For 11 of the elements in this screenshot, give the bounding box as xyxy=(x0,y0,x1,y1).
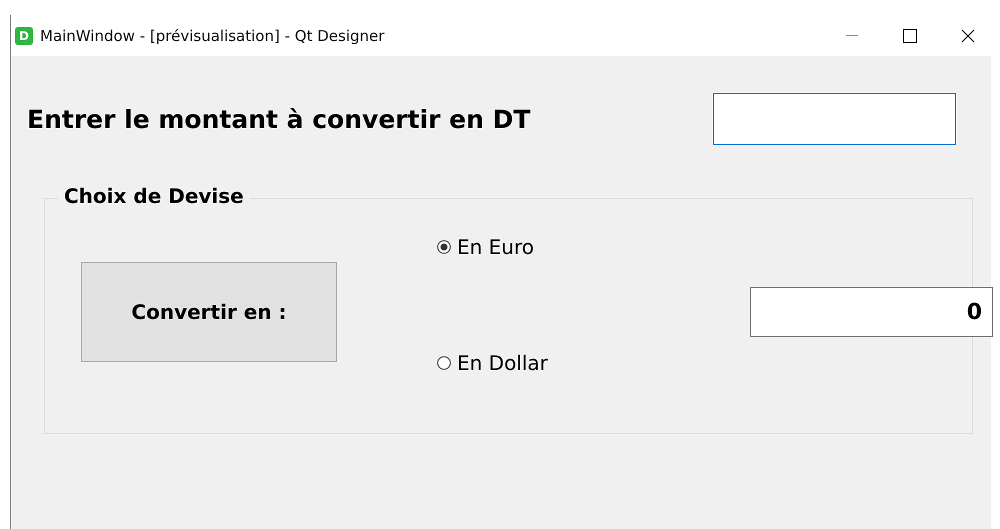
radio-option[interactable]: En Dollar xyxy=(437,351,750,375)
maximize-icon xyxy=(903,28,917,42)
radio-option[interactable]: En Euro xyxy=(437,235,750,259)
app-icon: D xyxy=(15,26,33,44)
convert-button[interactable]: Convertir en : xyxy=(81,262,337,362)
amount-label: Entrer le montant à convertir en DT xyxy=(27,104,532,134)
minimize-icon xyxy=(846,34,858,36)
close-icon xyxy=(961,28,975,42)
window-title: MainWindow - [prévisualisation] - Qt Designer xyxy=(40,26,386,44)
result-field: 0 xyxy=(750,287,993,337)
amount-field[interactable] xyxy=(713,93,956,145)
